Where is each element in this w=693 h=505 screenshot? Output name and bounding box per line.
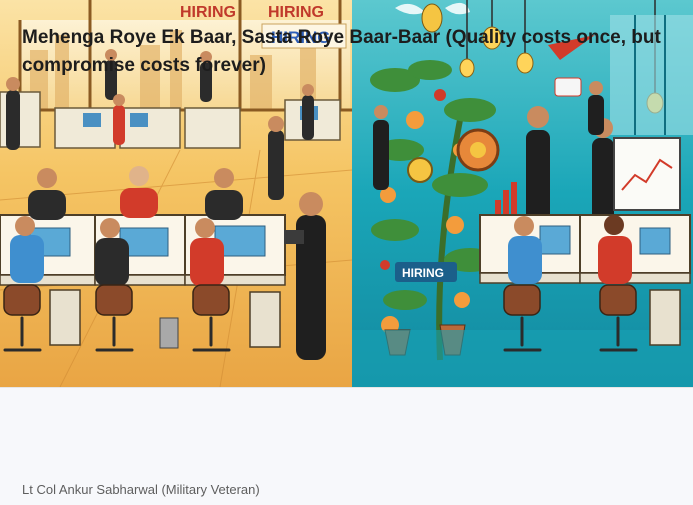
- hiring-sign-2: HIRING: [268, 4, 324, 21]
- article-card[interactable]: HIRING HIRING HIRING HIRING Mehenga Roye…: [0, 0, 693, 505]
- article-author[interactable]: Lt Col Ankur Sabharwal (Military Veteran…: [22, 482, 260, 498]
- article-title[interactable]: Mehenga Roye Ek Baar, Sasta Roye Baar-Ba…: [22, 24, 672, 80]
- hiring-sign-1: HIRING: [180, 4, 236, 21]
- hiring-sign-4: HIRING: [402, 266, 444, 280]
